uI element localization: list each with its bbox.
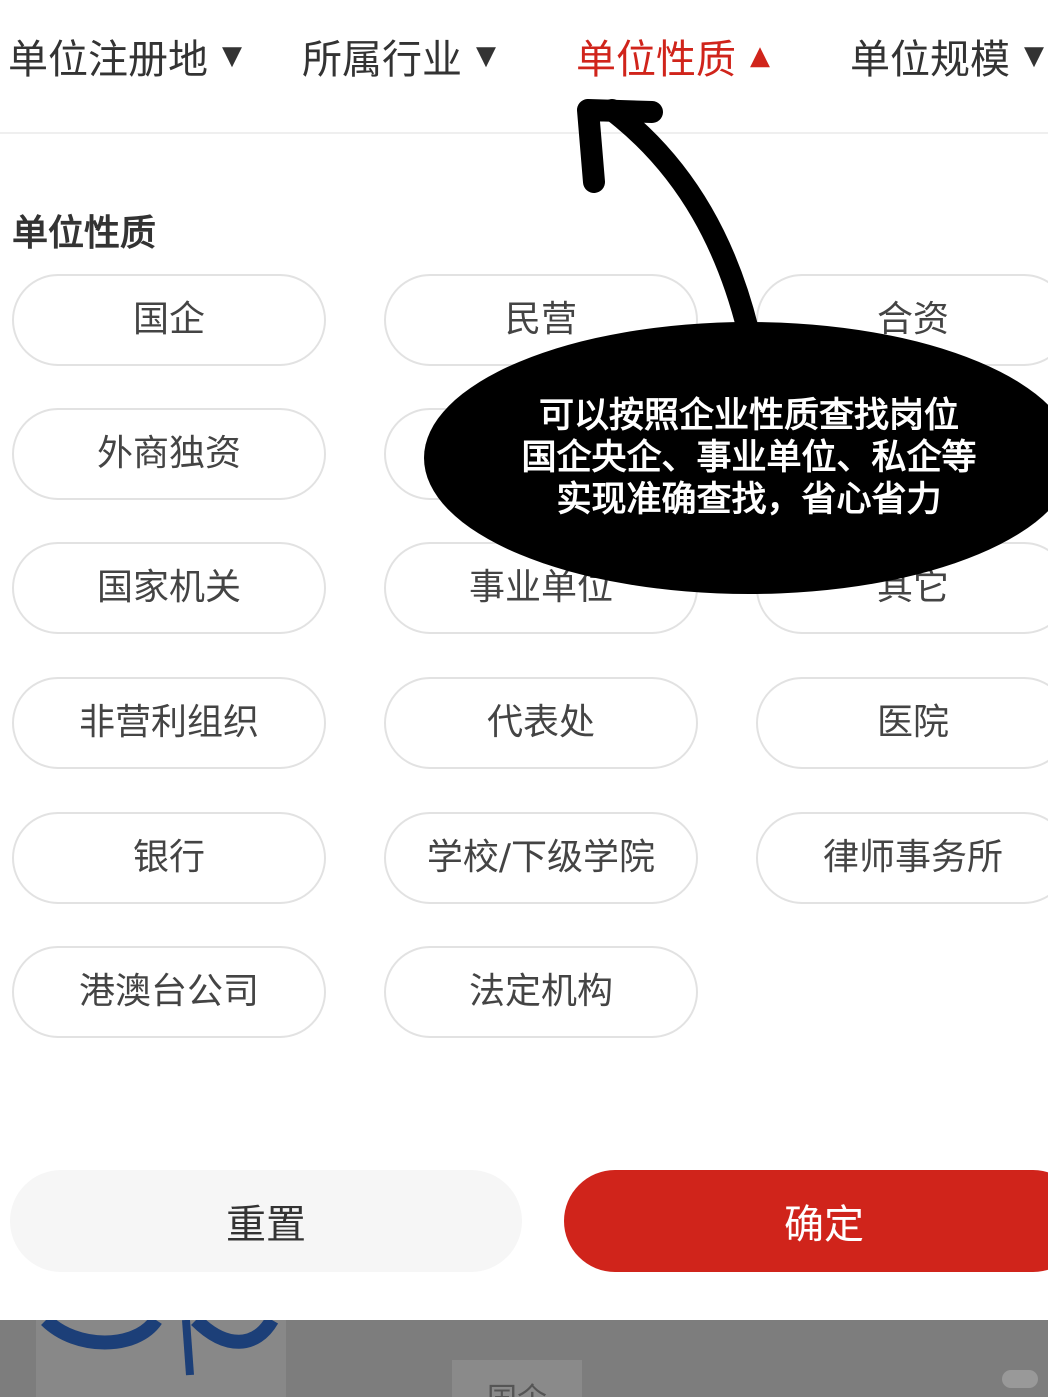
reset-button[interactable]: 重置 <box>10 1170 522 1272</box>
tab-label: 单位性质 <box>576 37 736 83</box>
tab-company-size[interactable]: 单位规模 ▼ <box>850 26 1044 86</box>
option-chip-hk-macao-taiwan[interactable]: 港澳台公司 <box>12 946 326 1038</box>
tab-label: 所属行业 <box>302 37 462 83</box>
chip-label: 学校/下级学院 <box>426 837 656 878</box>
chip-label: 非营利组织 <box>78 702 259 743</box>
option-chip-hospital[interactable]: 医院 <box>756 677 1048 769</box>
option-chip-nonprofit[interactable]: 非营利组织 <box>12 677 326 769</box>
caret-down-icon: ▼ <box>222 41 242 71</box>
annotation-line: 实现准确查找，省心省力 <box>556 480 942 520</box>
chip-label: 法定机构 <box>468 971 613 1012</box>
tab-registration-location[interactable]: 单位注册地 ▼ <box>8 26 242 86</box>
chip-label: 律师事务所 <box>822 837 1003 878</box>
chip-label: 银行 <box>132 837 205 878</box>
company-logo <box>36 1320 286 1397</box>
chip-label: 国家机关 <box>96 567 241 608</box>
option-chip-representative-office[interactable]: 代表处 <box>384 677 698 769</box>
chip-label: 代表处 <box>486 702 595 743</box>
dimmed-backdrop[interactable]: 国企 <box>0 1320 1048 1397</box>
tab-label: 单位规模 <box>850 37 1010 83</box>
chip-label: 外商独资 <box>96 433 241 474</box>
option-chip-statutory-body[interactable]: 法定机构 <box>384 946 698 1038</box>
chip-label: 医院 <box>876 702 949 743</box>
filter-bar: 单位注册地 ▼ 所属行业 ▼ 单位性质 ▲ 单位规模 ▼ <box>0 0 1048 134</box>
watermark-logo <box>1002 1370 1038 1388</box>
option-chip-state-owned[interactable]: 国企 <box>12 274 326 366</box>
tab-company-nature[interactable]: 单位性质 ▲ <box>576 26 770 86</box>
backdrop-tag: 国企 <box>452 1360 582 1397</box>
chip-label: 国企 <box>132 299 205 340</box>
annotation-bubble: 可以按照企业性质查找岗位 国企央企、事业单位、私企等 实现准确查找，省心省力 <box>424 322 1048 594</box>
confirm-button[interactable]: 确定 <box>564 1170 1048 1272</box>
annotation-line: 可以按照企业性质查找岗位 <box>538 396 959 436</box>
option-chip-bank[interactable]: 银行 <box>12 812 326 904</box>
section-title: 单位性质 <box>12 213 157 254</box>
tab-label: 单位注册地 <box>8 37 208 83</box>
tab-industry[interactable]: 所属行业 ▼ <box>302 26 496 86</box>
option-chip-school[interactable]: 学校/下级学院 <box>384 812 698 904</box>
option-chip-government[interactable]: 国家机关 <box>12 542 326 634</box>
annotation-line: 国企央企、事业单位、私企等 <box>521 438 977 478</box>
option-chip-law-firm[interactable]: 律师事务所 <box>756 812 1048 904</box>
caret-down-icon: ▼ <box>476 41 496 71</box>
caret-down-icon: ▼ <box>1024 41 1044 71</box>
caret-up-icon: ▲ <box>750 41 770 71</box>
option-chip-foreign-owned[interactable]: 外商独资 <box>12 408 326 500</box>
chip-label: 港澳台公司 <box>78 971 259 1012</box>
